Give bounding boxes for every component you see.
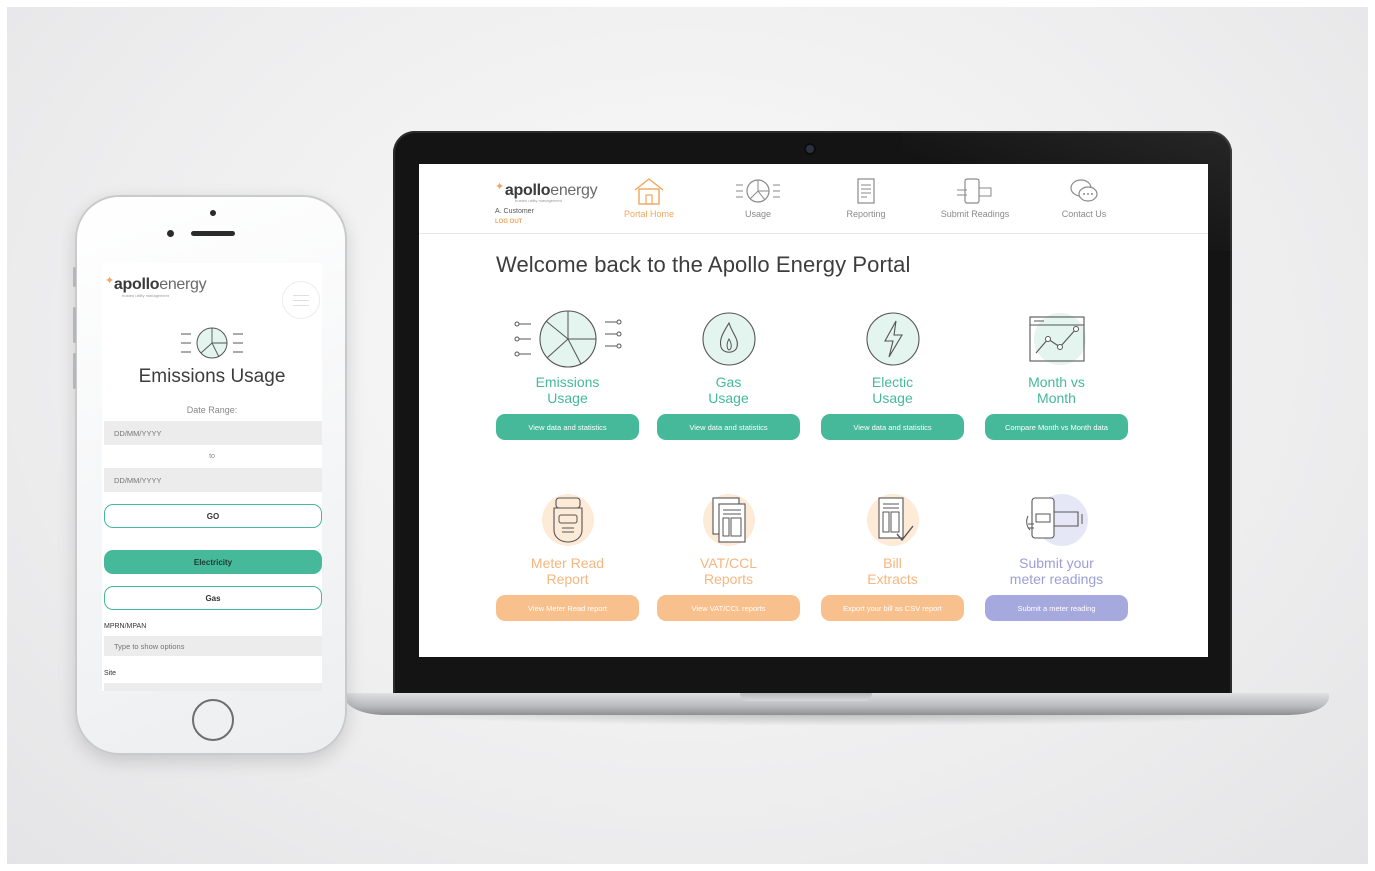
- house-icon: [634, 178, 664, 205]
- spark-icon: ✦: [105, 275, 114, 287]
- webcam: [806, 145, 814, 153]
- tile-title-line2: Usage: [708, 390, 749, 406]
- view-electric-button[interactable]: View data and statistics: [821, 414, 964, 440]
- tile-meter-read-report: Meter Read Report View Meter Read report: [496, 485, 639, 621]
- view-vat-ccl-button[interactable]: View VAT/CCL reports: [657, 595, 800, 621]
- logout-link[interactable]: LOG OUT: [495, 219, 522, 225]
- logo-tagline: trusted utility management: [122, 293, 169, 298]
- pie-chart-icon: [181, 327, 243, 359]
- nav-portal-home[interactable]: Portal Home: [604, 176, 694, 219]
- laptop: ✦apolloenergy trusted utility management…: [393, 131, 1232, 696]
- tile-title-line1: Gas: [715, 374, 742, 390]
- documents-icon: [702, 494, 755, 546]
- lightning-icon: [865, 312, 920, 366]
- bill-check-icon: [866, 494, 919, 546]
- site-label: Site: [104, 670, 117, 677]
- view-gas-button[interactable]: View data and statistics: [657, 414, 800, 440]
- export-bill-csv-button[interactable]: Export your bill as CSV report: [821, 595, 964, 621]
- tile-emissions-usage: Emissions Usage View data and statistics: [496, 304, 639, 440]
- tile-bill-extracts: Bill Extracts Export your bill as CSV rep…: [821, 485, 964, 621]
- nav-submit-readings[interactable]: Submit Readings: [930, 176, 1020, 219]
- earpiece-speaker: [191, 231, 235, 236]
- tile-vat-ccl-reports: VAT/CCL Reports View VAT/CCL reports: [657, 485, 800, 621]
- tile-title-line1: Emissions: [535, 374, 600, 390]
- phone-hand-icon: [1025, 494, 1088, 546]
- mobile-logo[interactable]: ✦apolloenergy: [105, 275, 207, 294]
- tile-title-line1: Submit your: [1019, 555, 1094, 571]
- date-range-label: Date Range:: [186, 405, 238, 415]
- tile-title-line2: Extracts: [867, 571, 918, 587]
- tile-title-line1: Meter Read: [530, 555, 605, 571]
- chat-bubbles-icon: [1070, 179, 1098, 202]
- line-chart-icon: [1028, 313, 1086, 365]
- tile-month-vs-month: Month vs Month Compare Month vs Month dat…: [985, 304, 1128, 440]
- view-emissions-button[interactable]: View data and statistics: [496, 414, 639, 440]
- view-meter-read-button[interactable]: View Meter Read report: [496, 595, 639, 621]
- nav-contact-us[interactable]: Contact Us: [1039, 176, 1129, 219]
- front-camera: [167, 230, 174, 237]
- portal-screen: ✦apolloenergy trusted utility management…: [419, 164, 1208, 657]
- tile-submit-readings: Submit your meter readings Submit a meter…: [985, 485, 1128, 621]
- submit-meter-reading-button[interactable]: Submit a meter reading: [985, 595, 1128, 621]
- go-button[interactable]: GO: [104, 504, 322, 528]
- nav-reporting[interactable]: Reporting: [821, 176, 911, 219]
- date-from-input[interactable]: [104, 421, 322, 445]
- to-label: to: [209, 453, 215, 460]
- tile-title-line1: Electic: [871, 374, 914, 390]
- home-button[interactable]: [192, 699, 234, 741]
- electricity-toggle[interactable]: Electricity: [104, 550, 322, 574]
- page-title: Welcome back to the Apollo Energy Portal: [496, 252, 911, 277]
- nav-usage[interactable]: Usage: [713, 176, 803, 219]
- tile-gas-usage: Gas Usage View data and statistics: [657, 304, 800, 440]
- portal-header: ✦apolloenergy trusted utility management…: [419, 164, 1208, 234]
- pie-chart-icon: [514, 310, 621, 368]
- flame-icon: [701, 312, 756, 366]
- meter-icon: [541, 494, 594, 546]
- mobile-page-title: Emissions Usage: [138, 366, 286, 387]
- spark-icon: ✦: [495, 181, 504, 193]
- site-input[interactable]: [104, 683, 322, 691]
- compare-month-button[interactable]: Compare Month vs Month data: [985, 414, 1128, 440]
- tile-title-line2: Report: [546, 571, 589, 587]
- document-icon: [857, 178, 875, 204]
- tile-title-line2: meter readings: [1009, 571, 1104, 587]
- logo-tagline: trusted utility management: [515, 198, 562, 203]
- pie-chart-icon: [736, 179, 780, 203]
- mprn-input[interactable]: [104, 636, 322, 656]
- tile-title-line2: Month: [1037, 390, 1076, 406]
- user-name: A. Customer: [495, 208, 534, 215]
- mprn-label: MPRN/MPAN: [104, 623, 147, 630]
- tile-title-line1: VAT/CCL: [699, 555, 758, 571]
- date-to-input[interactable]: [104, 468, 322, 492]
- tile-title-line1: Bill: [883, 555, 902, 571]
- mobile-screen: ✦apolloenergy trusted utility management…: [102, 263, 322, 691]
- tile-electric-usage: Electic Usage View data and statistics: [821, 304, 964, 440]
- tile-title-line2: Reports: [703, 571, 754, 587]
- gas-toggle[interactable]: Gas: [104, 586, 322, 610]
- mobile-phone: ✦apolloenergy trusted utility management…: [73, 195, 347, 755]
- tile-title-line2: Usage: [547, 390, 588, 406]
- phone-hand-icon: [957, 178, 992, 204]
- tile-title-line2: Usage: [872, 390, 913, 406]
- tile-title-line1: Month vs: [1028, 374, 1085, 390]
- menu-icon[interactable]: [282, 281, 320, 319]
